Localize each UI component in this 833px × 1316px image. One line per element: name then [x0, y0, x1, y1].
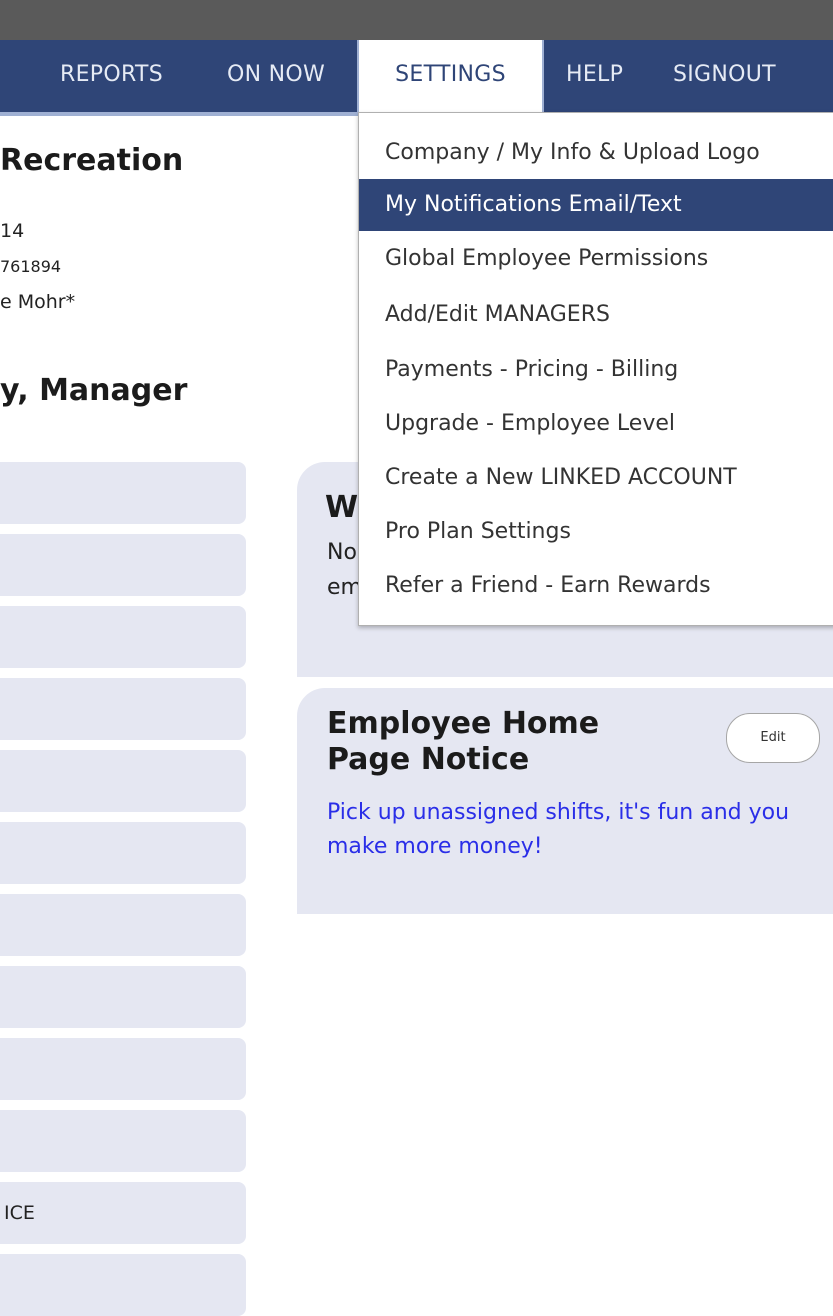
main-nav: REPORTS ON NOW SETTINGS HELP SIGNOUT	[0, 40, 833, 116]
nav-reports[interactable]: REPORTS	[60, 40, 163, 112]
menu-item-notifications[interactable]: My Notifications Email/Text	[359, 179, 833, 231]
sidebar-button[interactable]	[0, 462, 246, 524]
company-name: Recreation	[0, 143, 184, 178]
welcome-title: W	[325, 490, 359, 525]
welcome-text: No	[327, 540, 357, 565]
menu-item-pro-plan[interactable]: Pro Plan Settings	[359, 506, 833, 558]
browser-top-bar	[0, 0, 833, 40]
nav-on-now[interactable]: ON NOW	[227, 40, 325, 112]
company-info-line: 761894	[0, 257, 62, 276]
sidebar-button[interactable]	[0, 1110, 246, 1172]
sidebar-button[interactable]	[0, 606, 246, 668]
menu-item-company-info[interactable]: Company / My Info & Upload Logo	[359, 127, 833, 179]
company-info-line: e Mohr*	[0, 291, 76, 313]
menu-item-linked-account[interactable]: Create a New LINKED ACCOUNT	[359, 452, 833, 504]
nav-settings[interactable]: SETTINGS	[357, 40, 544, 114]
company-info-line: 14	[0, 220, 25, 242]
welcome-text: em	[327, 575, 362, 600]
menu-item-billing[interactable]: Payments - Pricing - Billing	[359, 344, 833, 396]
edit-button[interactable]: Edit	[726, 713, 820, 763]
sidebar-button[interactable]	[0, 1038, 246, 1100]
notice-title: Employee Home Page Notice	[327, 706, 600, 777]
nav-signout[interactable]: SIGNOUT	[673, 40, 776, 112]
sidebar-button[interactable]	[0, 534, 246, 596]
menu-item-upgrade[interactable]: Upgrade - Employee Level	[359, 398, 833, 450]
notice-text: Pick up unassigned shifts, it's fun and …	[327, 800, 790, 859]
settings-dropdown: Company / My Info & Upload Logo My Notif…	[358, 112, 833, 626]
manager-title: y, Manager	[0, 373, 188, 408]
menu-item-employee-permissions[interactable]: Global Employee Permissions	[359, 233, 833, 285]
employee-notice-panel: Employee Home Page Notice Edit Pick up u…	[297, 688, 833, 914]
sidebar-button[interactable]	[0, 822, 246, 884]
sidebar-button[interactable]	[0, 966, 246, 1028]
menu-item-managers[interactable]: Add/Edit MANAGERS	[359, 289, 833, 341]
sidebar-button[interactable]	[0, 750, 246, 812]
sidebar-button[interactable]	[0, 894, 246, 956]
sidebar-button-label: ICE	[4, 1202, 35, 1224]
sidebar-button[interactable]	[0, 1254, 246, 1316]
nav-help[interactable]: HELP	[566, 40, 623, 112]
menu-item-refer-friend[interactable]: Refer a Friend - Earn Rewards	[359, 560, 833, 612]
sidebar-button[interactable]	[0, 678, 246, 740]
